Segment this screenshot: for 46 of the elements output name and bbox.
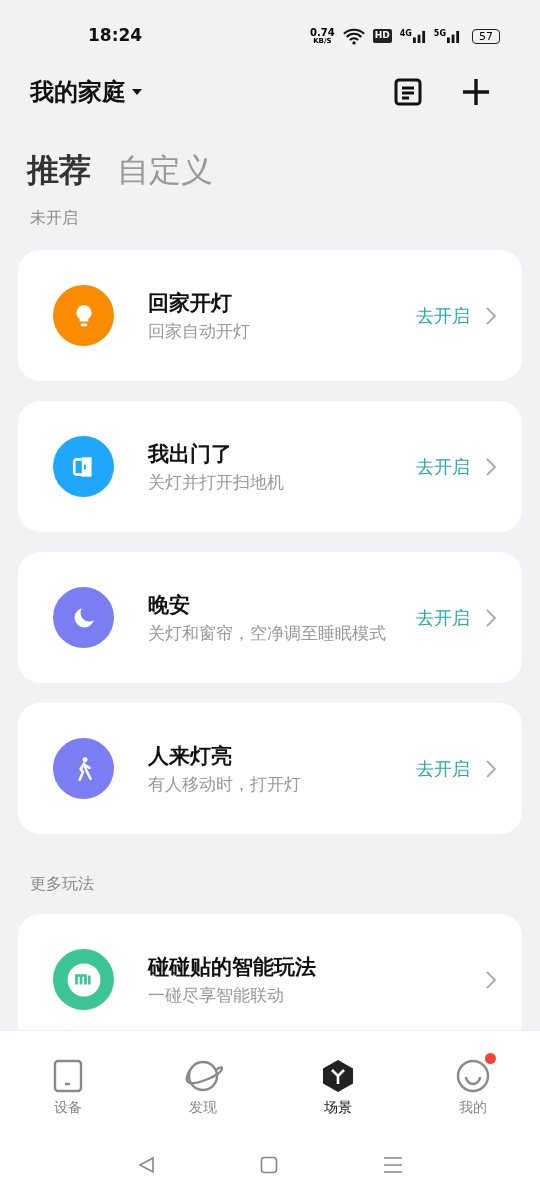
tab[interactable]: 推荐 [27,154,91,186]
section-label: 未开启 [29,207,79,229]
nav-tab[interactable]: 场景 [270,1031,405,1130]
scene-card[interactable]: 回家开灯 回家自动开灯 去开启 [18,250,522,381]
section-label: 更多玩法 [29,873,95,895]
hd-badge: HD [372,29,392,43]
network-label: 4G [399,29,412,38]
scene-card[interactable]: 人来灯亮 有人移动时，打开灯 去开启 [18,703,522,834]
scene-title: 晚安 [148,591,191,619]
wifi-icon [342,27,365,45]
smiley-icon [455,1059,490,1093]
nav-tab[interactable]: 发现 [135,1031,270,1130]
chevron-right-icon [486,970,496,989]
hexagon-icon [321,1059,354,1093]
signal-icon [412,29,426,43]
chevron-right-icon [486,608,496,627]
battery-icon: 57 [472,28,500,44]
back-icon[interactable] [137,1156,155,1174]
add-icon[interactable] [462,78,490,106]
home-title[interactable]: 我的家庭 [30,74,126,110]
nav-tab[interactable]: 我的 [405,1031,540,1130]
scene-subtitle: 回家自动开灯 [148,319,251,343]
logo-icon [65,961,102,998]
chevron-right-icon [486,457,496,476]
clock: 18:24 [88,24,143,48]
chevron-right-icon [486,306,496,325]
scene-title: 人来灯亮 [148,742,233,770]
home-icon[interactable] [260,1156,278,1174]
chevron-right-icon [486,759,496,778]
scene-subtitle: 一碰尽享智能联动 [148,983,285,1007]
scene-card[interactable]: 我出门了 关灯并打开扫地机 去开启 [18,401,522,532]
network-label: 5G [433,29,446,38]
tablet-icon [52,1059,83,1093]
scene-subtitle: 关灯和窗帘，空净调至睡眠模式 [148,621,387,645]
scene-card[interactable]: 碰碰贴的智能玩法 一碰尽享智能联动 [18,914,522,1030]
scene-subtitle: 关灯并打开扫地机 [148,470,285,494]
signal-icon [447,29,460,43]
scene-subtitle: 有人移动时，打开灯 [148,772,302,796]
scene-card[interactable]: 晚安 关灯和窗帘，空净调至睡眠模式 去开启 [18,552,522,683]
dropdown-caret-icon[interactable] [132,89,142,95]
scene-title: 碰碰贴的智能玩法 [148,953,317,981]
scene-title: 回家开灯 [148,289,233,317]
nav-tab[interactable]: 设备 [0,1031,135,1130]
log-icon[interactable] [394,78,422,106]
scene-title: 我出门了 [148,440,233,468]
speed-value: 0.74 [310,27,335,38]
